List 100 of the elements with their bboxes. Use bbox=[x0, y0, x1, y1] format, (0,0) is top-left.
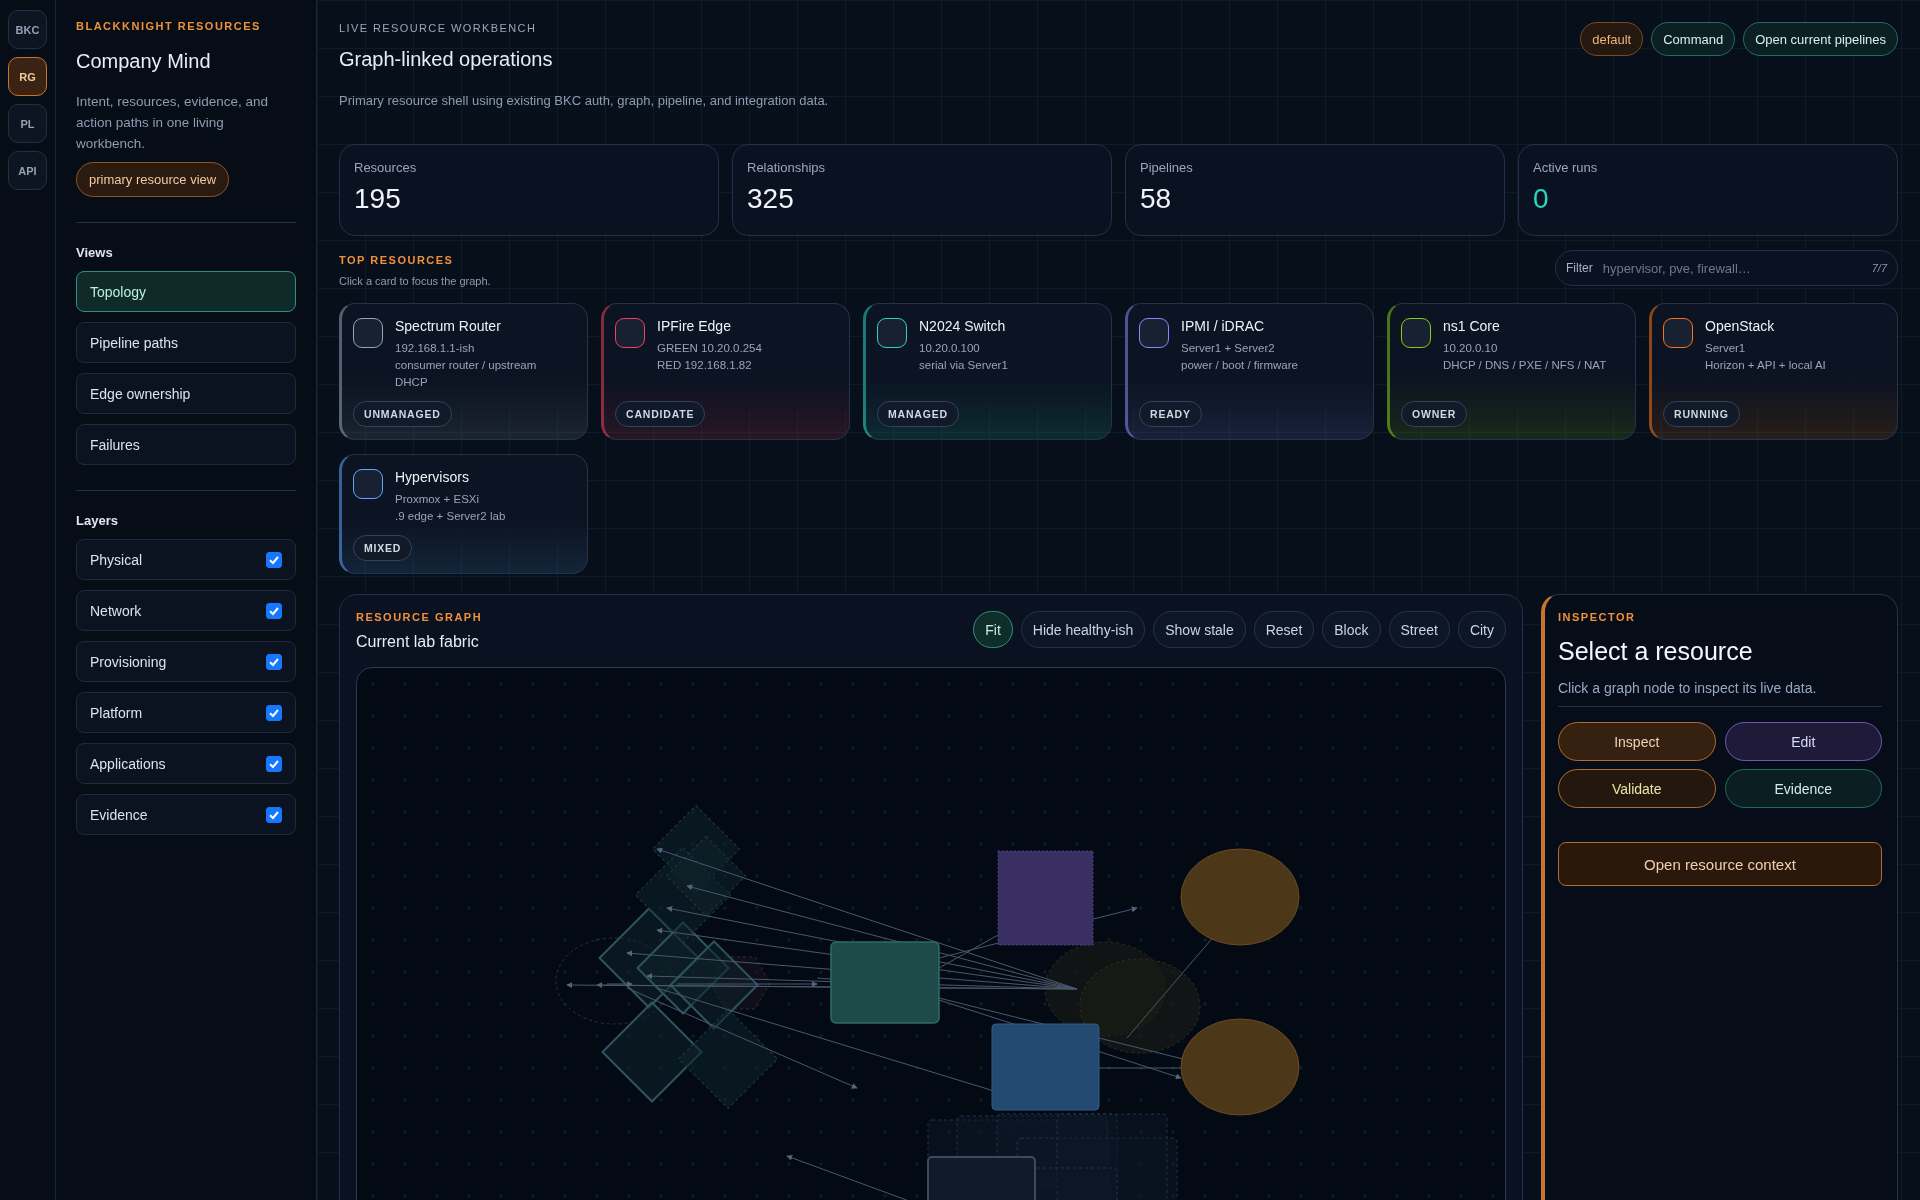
sidebar-description: Intent, resources, evidence, and action paths in one living workbench. bbox=[76, 93, 270, 153]
filter-label: Filter bbox=[1566, 261, 1593, 275]
resource-detail: GREEN 10.20.0.254 bbox=[657, 341, 762, 356]
status-badge: RUNNING bbox=[1663, 401, 1740, 427]
status-badge: OWNER bbox=[1401, 401, 1468, 427]
graph-control[interactable]: Street bbox=[1388, 611, 1450, 648]
open-context-button[interactable]: Open resource context bbox=[1558, 842, 1882, 886]
layer-item[interactable]: Applications bbox=[76, 743, 296, 784]
resource-detail: consumer router / upstream DHCP bbox=[395, 358, 538, 390]
stat-label: Relationships bbox=[747, 160, 827, 175]
filter-input[interactable]: hypervisor, pve, firewall… bbox=[1600, 259, 1864, 277]
inspector-button[interactable]: Evidence bbox=[1724, 769, 1882, 808]
rail-tab[interactable]: API bbox=[8, 151, 47, 190]
page-eyebrow: LIVE RESOURCE WORKBENCH bbox=[339, 22, 538, 34]
layer-checkbox[interactable] bbox=[266, 602, 282, 619]
filter-count: 7/7 bbox=[1871, 262, 1887, 274]
resource-card[interactable]: IPFire Edge GREEN 10.20.0.254 RED 192.168.1.82 CANDIDATE bbox=[601, 303, 850, 440]
resource-card[interactable]: OpenStack Server1 Horizon + API + local AI RUNNING bbox=[1649, 303, 1898, 440]
resource-detail: 10.20.0.10 bbox=[1443, 341, 1499, 356]
layer-label: Network bbox=[90, 602, 142, 619]
layer-checkbox[interactable] bbox=[266, 653, 282, 670]
section-eyebrow: TOP RESOURCES bbox=[339, 254, 455, 266]
resource-detail: Server1 + Server2 bbox=[1181, 341, 1276, 356]
resource-name: Hypervisors bbox=[395, 469, 470, 485]
inspector-button[interactable]: Inspect bbox=[1558, 722, 1716, 761]
resource-card[interactable]: N2024 Switch 10.20.0.100 serial via Server1 MANAGED bbox=[863, 303, 1112, 440]
resource-detail: Server1 bbox=[1705, 341, 1747, 356]
status-badge: MIXED bbox=[353, 535, 413, 561]
resource-name: ns1 Core bbox=[1443, 318, 1501, 334]
rail-tab[interactable]: BKC bbox=[8, 10, 47, 49]
resource-detail: 10.20.0.100 bbox=[919, 341, 981, 356]
resource-name: OpenStack bbox=[1705, 318, 1776, 334]
resource-detail: RED 192.168.1.82 bbox=[657, 358, 753, 373]
filter-field[interactable]: Filter hypervisor, pve, firewall… 7/7 bbox=[1555, 250, 1898, 286]
graph-node[interactable] bbox=[1180, 1018, 1300, 1116]
graph-control[interactable]: Show stale bbox=[1153, 611, 1246, 648]
graph-control[interactable]: Hide healthy-ish bbox=[1020, 611, 1146, 648]
layer-checkbox[interactable] bbox=[266, 806, 282, 823]
header-button[interactable]: Command bbox=[1651, 22, 1736, 56]
view-item[interactable]: Pipeline paths bbox=[76, 322, 296, 363]
resource-name: IPMI / iDRAC bbox=[1181, 318, 1266, 334]
resource-name: IPFire Edge bbox=[657, 318, 732, 334]
resource-card[interactable]: Spectrum Router 192.168.1.1-ish consumer router / upstream DHCP UNMANAGED bbox=[339, 303, 588, 440]
node-cluster-drawing[interactable] bbox=[927, 1113, 1178, 1200]
inspector-button[interactable]: Edit bbox=[1724, 722, 1882, 761]
stat-value: 325 bbox=[747, 183, 795, 215]
graph-eyebrow: RESOURCE GRAPH bbox=[356, 611, 483, 623]
resource-detail: Proxmox + ESXi bbox=[395, 492, 481, 507]
resource-detail: DHCP / DNS / PXE / NFS / NAT bbox=[1443, 358, 1607, 373]
resource-card[interactable]: IPMI / iDRAC Server1 + Server2 power / boot / firmware READY bbox=[1125, 303, 1374, 440]
layer-label: Applications bbox=[90, 755, 166, 772]
resource-detail: .9 edge + Server2 lab bbox=[395, 509, 506, 524]
graph-node[interactable] bbox=[991, 1023, 1100, 1111]
layer-label: Provisioning bbox=[90, 653, 167, 670]
graph-node[interactable] bbox=[555, 937, 673, 1025]
graph-control[interactable]: Fit bbox=[973, 611, 1013, 648]
stat-label: Active runs bbox=[1533, 160, 1599, 175]
layer-label: Physical bbox=[90, 551, 143, 568]
section-hint: Click a card to focus the graph. bbox=[339, 275, 491, 287]
header-button[interactable]: default bbox=[1580, 22, 1644, 56]
resource-name: N2024 Switch bbox=[919, 318, 1007, 334]
layer-checkbox[interactable] bbox=[266, 755, 282, 772]
rail-tab[interactable]: RG bbox=[8, 57, 47, 96]
inspector-title: Select a resource bbox=[1558, 637, 1754, 666]
page-description: Primary resource shell using existing BKC auth, graph, pipeline, and integration data. bbox=[339, 93, 829, 108]
header-button[interactable]: Open current pipelines bbox=[1743, 22, 1898, 56]
graph-control[interactable]: City bbox=[1457, 611, 1506, 648]
inspector-button[interactable]: Validate bbox=[1558, 769, 1716, 808]
layer-label: Evidence bbox=[90, 806, 148, 823]
stat-label: Pipelines bbox=[1140, 160, 1194, 175]
resource-name: Spectrum Router bbox=[395, 318, 502, 334]
layer-item[interactable]: Physical bbox=[76, 539, 296, 580]
layer-checkbox[interactable] bbox=[266, 704, 282, 721]
graph-node[interactable] bbox=[997, 850, 1094, 946]
layer-item[interactable]: Network bbox=[76, 590, 296, 631]
stat-value: 195 bbox=[354, 183, 402, 215]
status-badge: READY bbox=[1139, 401, 1202, 427]
stat-value: 0 bbox=[1533, 183, 1550, 215]
graph-node[interactable] bbox=[830, 941, 940, 1024]
graph-title: Current lab fabric bbox=[356, 633, 480, 651]
layer-checkbox[interactable] bbox=[266, 551, 282, 568]
resource-card[interactable]: Hypervisors Proxmox + ESXi .9 edge + Server2 lab MIXED bbox=[339, 454, 588, 574]
rail-tab[interactable]: PL bbox=[8, 104, 47, 143]
view-item[interactable]: Failures bbox=[76, 424, 296, 465]
stat-value: 58 bbox=[1140, 183, 1173, 215]
graph-node[interactable] bbox=[1079, 958, 1201, 1054]
inspector-hint: Click a graph node to inspect its live data. bbox=[1558, 680, 1818, 696]
graph-node[interactable] bbox=[1180, 848, 1300, 946]
graph-control[interactable]: Block bbox=[1322, 611, 1381, 648]
layer-item[interactable]: Provisioning bbox=[76, 641, 296, 682]
resource-detail: 192.168.1.1-ish bbox=[395, 341, 476, 356]
resource-card[interactable]: ns1 Core 10.20.0.10 DHCP / DNS / PXE / NFS / NAT OWNER bbox=[1387, 303, 1636, 440]
layer-item[interactable]: Evidence bbox=[76, 794, 296, 835]
view-item[interactable]: Topology bbox=[76, 271, 296, 312]
status-badge: MANAGED bbox=[877, 401, 959, 427]
view-item[interactable]: Edge ownership bbox=[76, 373, 296, 414]
resource-detail: Horizon + API + local AI bbox=[1705, 358, 1826, 373]
graph-control[interactable]: Reset bbox=[1253, 611, 1315, 648]
inspector-eyebrow: INSPECTOR bbox=[1558, 611, 1637, 623]
layer-item[interactable]: Platform bbox=[76, 692, 296, 733]
